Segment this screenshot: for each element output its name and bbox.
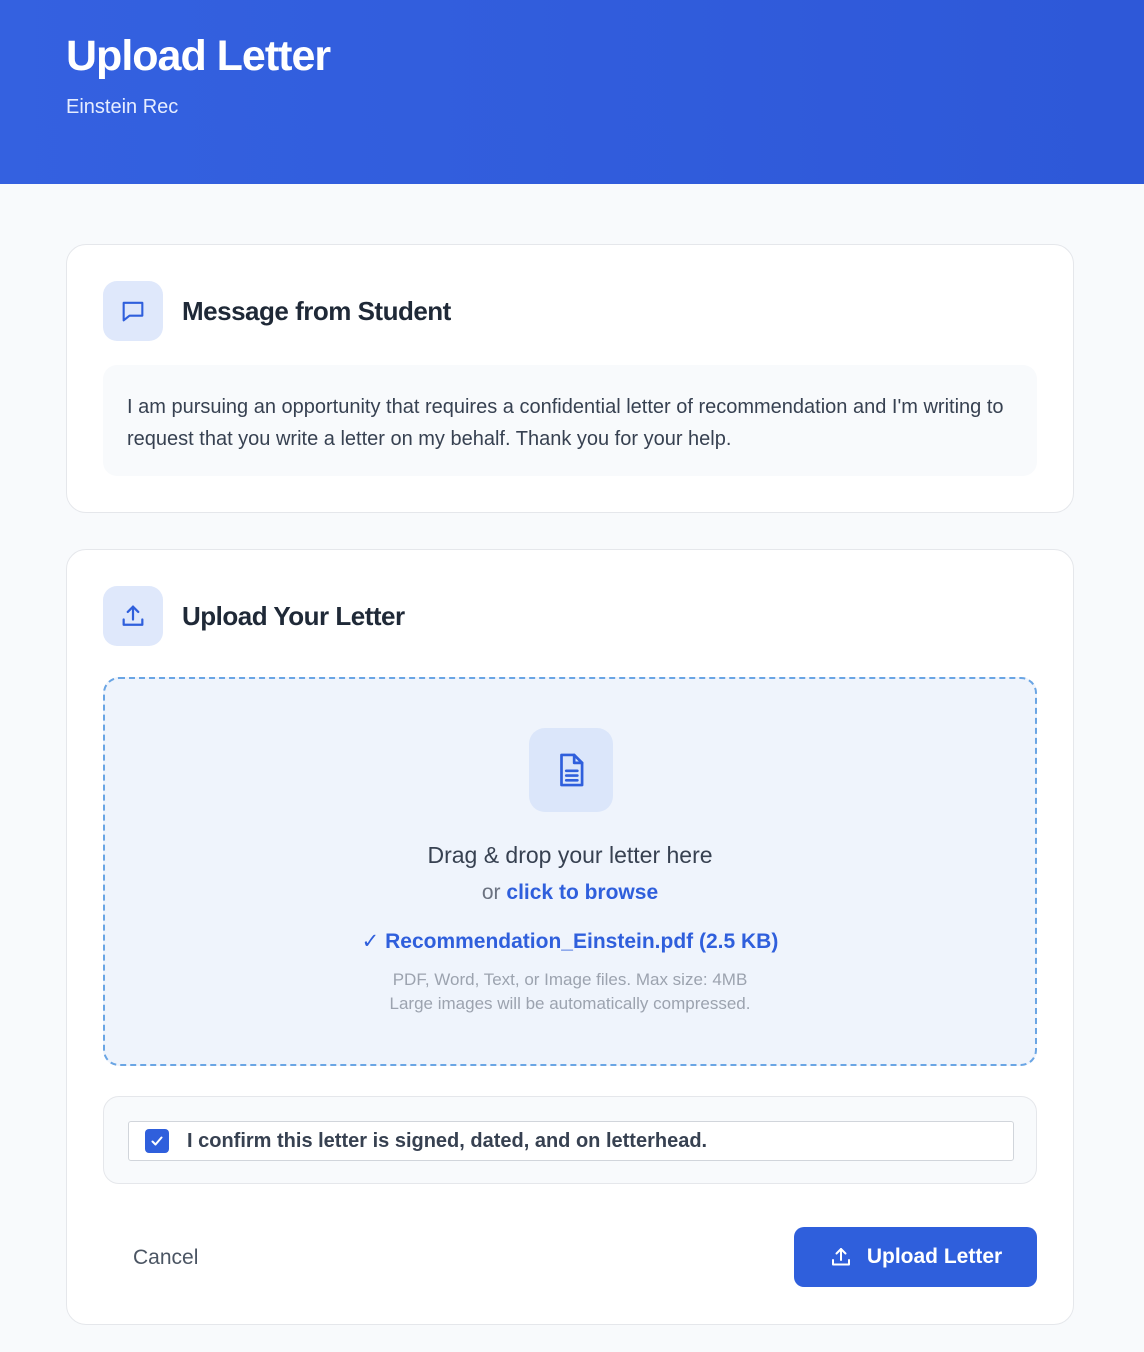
checkmark-icon — [151, 1136, 163, 1146]
message-card-title: Message from Student — [182, 295, 451, 326]
confirm-label: I confirm this letter is signed, dated, … — [187, 1129, 708, 1152]
chat-bubble-icon — [103, 281, 163, 341]
selected-file: ✓ Recommendation_Einstein.pdf (2.5 KB) — [361, 930, 779, 953]
document-icon — [529, 728, 613, 812]
page-subtitle: Einstein Rec — [66, 96, 179, 118]
upload-icon — [103, 586, 163, 646]
file-dropzone[interactable]: Drag & drop your letter here or click to… — [103, 677, 1037, 1066]
dropzone-instructions: Drag & drop your letter here — [427, 842, 713, 868]
upload-letter-button[interactable]: Upload Letter — [794, 1227, 1037, 1287]
message-card-header: Message from Student — [103, 281, 451, 341]
dropzone-or-line: or click to browse — [105, 881, 1035, 905]
file-hint-types: PDF, Word, Text, or Image files. Max siz… — [392, 970, 748, 989]
confirm-checkbox[interactable] — [145, 1129, 169, 1153]
cancel-button[interactable]: Cancel — [119, 1231, 212, 1285]
file-hint: PDF, Word, Text, or Image files. Max siz… — [105, 968, 1035, 1016]
dropzone-or-text: or — [481, 881, 501, 904]
page-header: Upload Letter Einstein Rec — [0, 0, 1144, 184]
page-title: Upload Letter — [66, 32, 331, 80]
confirm-section: I confirm this letter is signed, dated, … — [103, 1096, 1037, 1184]
message-card: Message from Student I am pursuing an op… — [66, 244, 1074, 513]
upload-card-title: Upload Your Letter — [182, 600, 405, 631]
upload-card-header: Upload Your Letter — [103, 586, 405, 646]
upload-button-label: Upload Letter — [866, 1245, 1003, 1268]
student-message: I am pursuing an opportunity that requir… — [103, 365, 1037, 476]
upload-card: Upload Your Letter Drag & drop your lett… — [66, 549, 1074, 1325]
file-hint-compress: Large images will be automatically compr… — [389, 994, 751, 1013]
browse-link[interactable]: click to browse — [506, 881, 658, 904]
confirm-row[interactable]: I confirm this letter is signed, dated, … — [128, 1121, 1014, 1161]
upload-icon — [831, 1248, 850, 1266]
